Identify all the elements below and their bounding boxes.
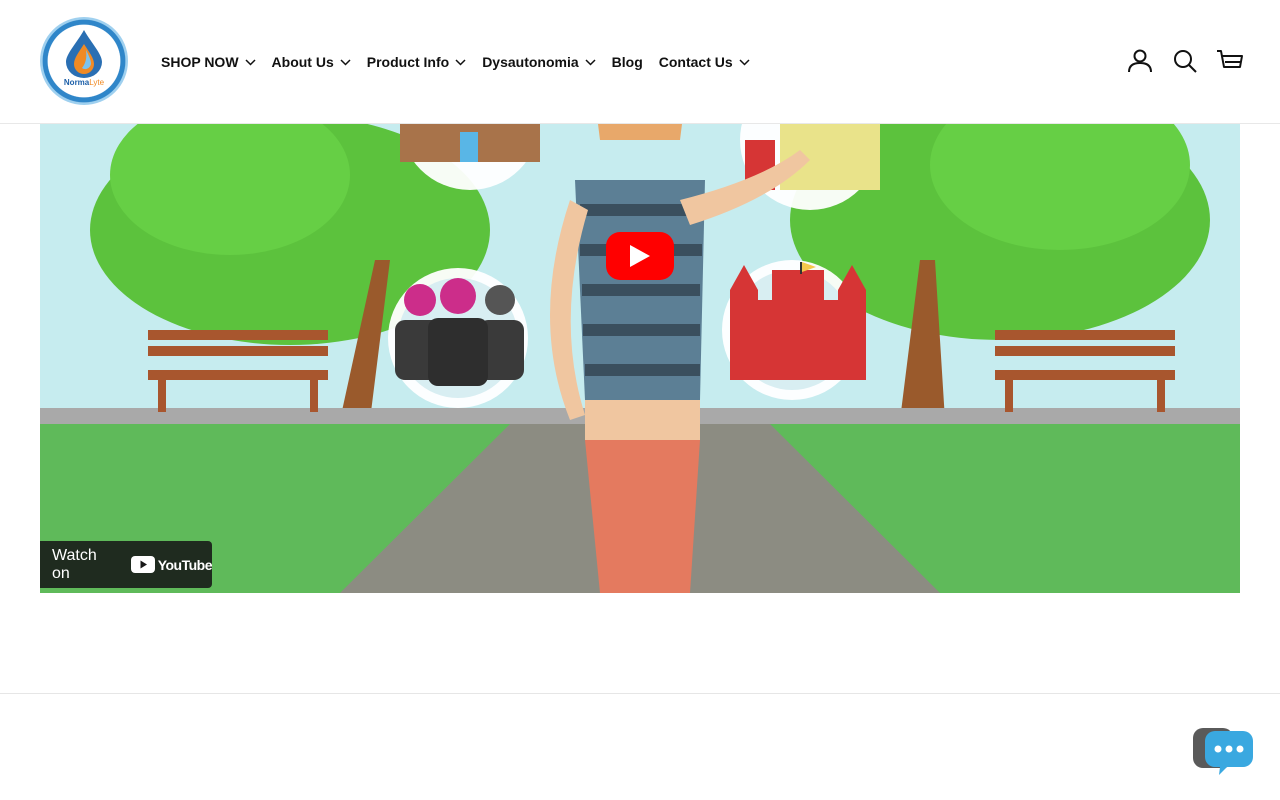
- chevron-down-icon: [739, 58, 750, 66]
- main-nav: SHOP NOW About Us Product Info Dysautono…: [161, 0, 766, 124]
- youtube-logo: YouTube: [130, 556, 213, 573]
- chevron-down-icon: [455, 58, 466, 66]
- cart-button[interactable]: Cart: [1216, 47, 1244, 75]
- youtube-wordmark: YouTube: [157, 556, 213, 573]
- chevron-down-icon: [245, 58, 256, 66]
- site-logo[interactable]: NormaLyte: [40, 17, 128, 105]
- watch-on-youtube-button[interactable]: Watch on YouTube: [40, 541, 213, 588]
- nav-item-label: Contact Us: [658, 54, 733, 70]
- chat-bubble-icon: [1193, 728, 1253, 775]
- nav-item-label: Blog: [611, 54, 643, 70]
- cart-icon: [1217, 50, 1243, 68]
- user-icon: [1128, 49, 1152, 73]
- nav-item-label: Dysautonomia: [482, 54, 579, 70]
- droplet-icon: [66, 30, 102, 78]
- nav-item-product-info[interactable]: Product Info: [367, 54, 466, 70]
- chevron-down-icon: [585, 58, 596, 66]
- play-icon: [630, 245, 650, 267]
- header-actions: Log in Search Cart: [1109, 47, 1244, 75]
- chat-widget-button[interactable]: [1193, 727, 1255, 777]
- site-header: NormaLyte SHOP NOW About Us Product Info…: [0, 0, 1280, 124]
- youtube-icon: [130, 556, 155, 573]
- chevron-down-icon: [340, 58, 351, 66]
- nav-item-dysautonomia[interactable]: Dysautonomia: [482, 54, 596, 70]
- nav-item-blog[interactable]: Blog: [612, 54, 643, 70]
- search-button[interactable]: Search: [1171, 47, 1199, 75]
- logo-wordmark-accent: Lyte: [89, 78, 105, 87]
- logo-wordmark: NormaLyte: [40, 78, 128, 87]
- section-divider: [0, 693, 1280, 694]
- watch-on-label: Watch on: [52, 546, 97, 582]
- nav-item-about-us[interactable]: About Us: [272, 54, 351, 70]
- login-button[interactable]: Log in: [1126, 47, 1154, 75]
- nav-item-contact-us[interactable]: Contact Us: [659, 54, 750, 70]
- nav-item-label: About Us: [271, 54, 334, 70]
- nav-item-label: Product Info: [366, 54, 450, 70]
- search-icon: [1174, 50, 1197, 73]
- play-button[interactable]: [606, 232, 674, 280]
- nav-item-shop-now[interactable]: SHOP NOW: [161, 54, 256, 70]
- logo-wordmark-main: Norma: [63, 78, 90, 87]
- nav-item-label: SHOP NOW: [161, 54, 239, 70]
